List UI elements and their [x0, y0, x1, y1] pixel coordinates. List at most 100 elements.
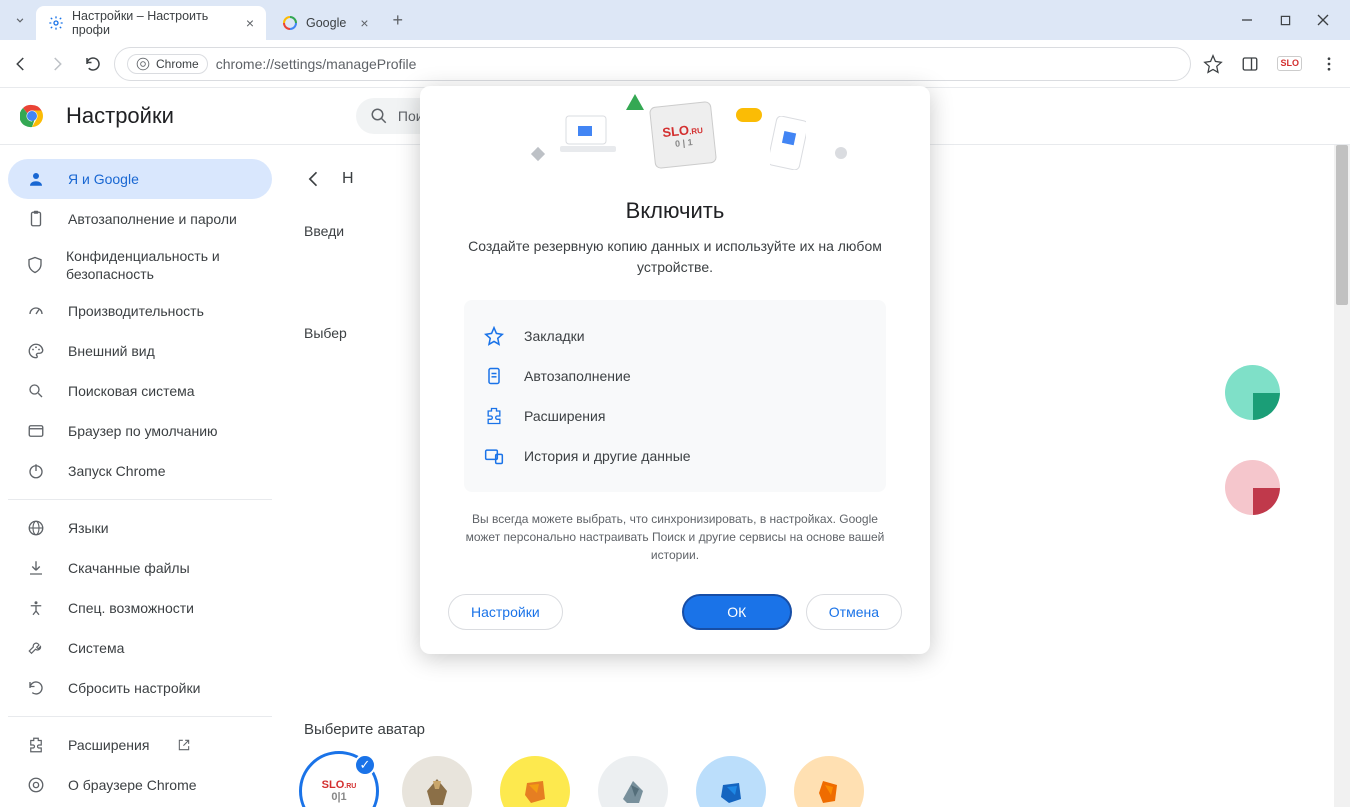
- sync-item-autofill: Автозаполнение: [484, 356, 866, 396]
- extension-slo-button[interactable]: SLO: [1277, 56, 1302, 71]
- sync-item-label: Расширения: [524, 408, 605, 424]
- star-icon: [484, 326, 504, 346]
- modal-fineprint: Вы всегда можете выбрать, что синхронизи…: [420, 492, 930, 564]
- chrome-icon: [136, 57, 150, 71]
- sync-item-bookmarks: Закладки: [484, 316, 866, 356]
- circle-shape: [834, 146, 848, 160]
- toolbar: Chrome chrome://settings/manageProfile S…: [0, 40, 1350, 88]
- sync-item-extensions: Расширения: [484, 396, 866, 436]
- search-icon: [370, 107, 388, 125]
- reset-icon: [26, 679, 46, 697]
- settings-button[interactable]: Настройки: [448, 594, 563, 630]
- sidebar-item-label: Языки: [68, 520, 109, 536]
- avatar-option[interactable]: [696, 756, 766, 807]
- sidebar-item-extensions[interactable]: Расширения: [8, 725, 272, 765]
- avatar-list: SLO.RU0|1 ✓: [304, 756, 1326, 807]
- profile-chevron[interactable]: [8, 8, 32, 32]
- sidebar-item-label: Поисковая система: [68, 383, 195, 399]
- theme-swatch-teal[interactable]: [1225, 365, 1280, 420]
- maximize-button[interactable]: [1278, 13, 1292, 27]
- tab-label: Google: [306, 16, 346, 30]
- forward-button[interactable]: [48, 55, 66, 73]
- sidebar-item-default-browser[interactable]: Браузер по умолчанию: [8, 411, 272, 451]
- modal-subtitle: Создайте резервную копию данных и исполь…: [420, 224, 930, 278]
- avatar-option[interactable]: [598, 756, 668, 807]
- close-icon[interactable]: ×: [360, 15, 368, 31]
- sync-modal: SLO.RU0 | 1 Включить Создайте резервную …: [420, 86, 930, 654]
- sidebar-item-label: Конфиденциальность и безопасность: [66, 247, 254, 283]
- avatar-option[interactable]: [402, 756, 472, 807]
- palette-icon: [26, 342, 46, 360]
- power-icon: [26, 462, 46, 480]
- clipboard-icon: [26, 210, 46, 228]
- sidebar-item-label: О браузере Chrome: [68, 777, 197, 793]
- sidebar-item-downloads[interactable]: Скачанные файлы: [8, 548, 272, 588]
- new-tab-button[interactable]: +: [393, 10, 404, 31]
- speedometer-icon: [26, 302, 46, 320]
- globe-icon: [26, 519, 46, 537]
- sidebar-item-label: Производительность: [68, 303, 204, 319]
- gear-icon: [48, 15, 64, 31]
- sidebar-item-reset[interactable]: Сбросить настройки: [8, 668, 272, 708]
- avatar-option-selected[interactable]: SLO.RU0|1 ✓: [304, 756, 374, 807]
- arrow-left-icon: [304, 169, 324, 189]
- accessibility-icon: [26, 599, 46, 617]
- sidebar-item-label: Автозаполнение и пароли: [68, 211, 237, 227]
- minimize-button[interactable]: [1240, 13, 1254, 27]
- wrench-icon: [26, 639, 46, 657]
- address-bar[interactable]: Chrome chrome://settings/manageProfile: [114, 47, 1191, 81]
- tab-google[interactable]: Google ×: [270, 6, 381, 40]
- menu-button[interactable]: [1320, 55, 1338, 73]
- diamond-shape: [530, 146, 546, 162]
- close-window-button[interactable]: [1316, 13, 1330, 27]
- sidebar-item-me-and-google[interactable]: Я и Google: [8, 159, 272, 199]
- ok-button[interactable]: ОК: [682, 594, 792, 630]
- sidebar-item-performance[interactable]: Производительность: [8, 291, 272, 331]
- sidebar-item-appearance[interactable]: Внешний вид: [8, 331, 272, 371]
- cancel-button[interactable]: Отмена: [806, 594, 902, 630]
- side-panel-button[interactable]: [1241, 55, 1259, 73]
- scrollbar-track[interactable]: [1334, 145, 1350, 807]
- theme-swatch-pink[interactable]: [1225, 460, 1280, 515]
- sidebar-item-label: Браузер по умолчанию: [68, 423, 218, 439]
- sidebar-item-search-engine[interactable]: Поисковая система: [8, 371, 272, 411]
- avatar-option[interactable]: [794, 756, 864, 807]
- sync-items-card: Закладки Автозаполнение Расширения Истор…: [464, 300, 886, 492]
- sync-item-label: Закладки: [524, 328, 585, 344]
- sidebar-item-languages[interactable]: Языки: [8, 508, 272, 548]
- tab-label: Настройки – Настроить профи: [72, 9, 232, 37]
- page-title: Настройки: [66, 103, 174, 129]
- pill-shape: [736, 108, 762, 122]
- chrome-chip-label: Chrome: [156, 57, 199, 71]
- url-text: chrome://settings/manageProfile: [216, 56, 417, 72]
- phone-shape: [770, 116, 806, 170]
- devices-icon: [484, 446, 504, 466]
- close-icon[interactable]: ×: [246, 15, 254, 31]
- download-icon: [26, 559, 46, 577]
- tab-settings[interactable]: Настройки – Настроить профи ×: [36, 6, 266, 40]
- chrome-icon: [26, 776, 46, 794]
- sidebar-item-about[interactable]: О браузере Chrome: [8, 765, 272, 805]
- triangle-shape: [626, 94, 644, 110]
- reload-button[interactable]: [84, 55, 102, 73]
- chrome-logo-icon: [20, 104, 44, 128]
- sidebar-item-on-startup[interactable]: Запуск Chrome: [8, 451, 272, 491]
- sync-item-label: Автозаполнение: [524, 368, 631, 384]
- sidebar-item-autofill[interactable]: Автозаполнение и пароли: [8, 199, 272, 239]
- bookmark-star-button[interactable]: [1203, 54, 1223, 74]
- shield-icon: [26, 256, 44, 274]
- avatar-option[interactable]: [500, 756, 570, 807]
- sidebar-item-privacy[interactable]: Конфиденциальность и безопасность: [8, 239, 272, 291]
- sidebar-item-accessibility[interactable]: Спец. возможности: [8, 588, 272, 628]
- laptop-shape: [560, 112, 616, 154]
- sidebar: Я и Google Автозаполнение и пароли Конфи…: [0, 145, 280, 807]
- back-button[interactable]: [12, 55, 30, 73]
- check-icon: ✓: [354, 754, 376, 776]
- sidebar-item-label: Расширения: [68, 737, 149, 753]
- content-back-label: Н: [342, 170, 354, 188]
- scrollbar-thumb[interactable]: [1336, 145, 1348, 305]
- clipboard-icon: [484, 366, 504, 386]
- search-icon: [26, 382, 46, 400]
- sidebar-item-label: Запуск Chrome: [68, 463, 165, 479]
- sidebar-item-system[interactable]: Система: [8, 628, 272, 668]
